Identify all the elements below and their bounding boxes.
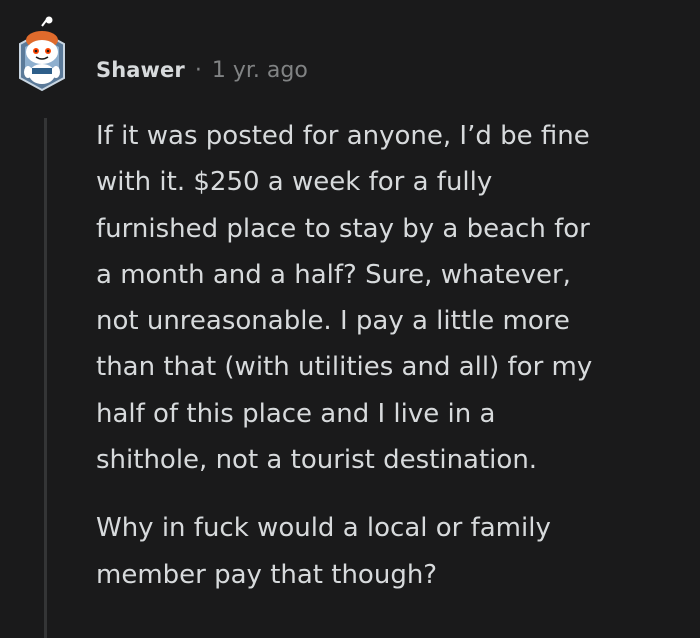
text-line: member pay that though? <box>96 559 438 590</box>
thread-collapse-line[interactable] <box>44 118 47 638</box>
comment-paragraph-2: Why in fuck would a local or family memb… <box>96 505 686 598</box>
comment-header: Shawer · 1 yr. ago <box>96 58 308 83</box>
timestamp[interactable]: 1 yr. ago <box>212 58 308 83</box>
text-line: a month and a half? Sure, whatever, <box>96 259 571 290</box>
text-line: shithole, not a tourist destination. <box>96 445 538 476</box>
comment-body: If it was posted for anyone, I’d be fine… <box>96 113 686 598</box>
text-line: If it was posted for anyone, I’d be fine <box>96 121 590 151</box>
text-line: with it. $250 a week for a fully <box>96 167 493 198</box>
comment-paragraph-1: If it was posted for anyone, I’d be fine… <box>96 113 686 483</box>
avatar[interactable] <box>12 16 84 100</box>
text-line: not unreasonable. I pay a little more <box>96 306 570 337</box>
text-line: furnished place to stay by a beach for <box>96 213 590 244</box>
author-name[interactable]: Shawer <box>96 58 185 82</box>
comment: Shawer · 1 yr. ago If it was posted for … <box>0 0 700 638</box>
reddit-snoo-avatar-icon <box>19 16 65 92</box>
text-line: than that (with utilities and all) for m… <box>96 352 593 383</box>
text-line: half of this place and I live in a <box>96 398 496 429</box>
meta-separator: · <box>194 58 202 83</box>
text-line: Why in fuck would a local or family <box>96 513 551 544</box>
